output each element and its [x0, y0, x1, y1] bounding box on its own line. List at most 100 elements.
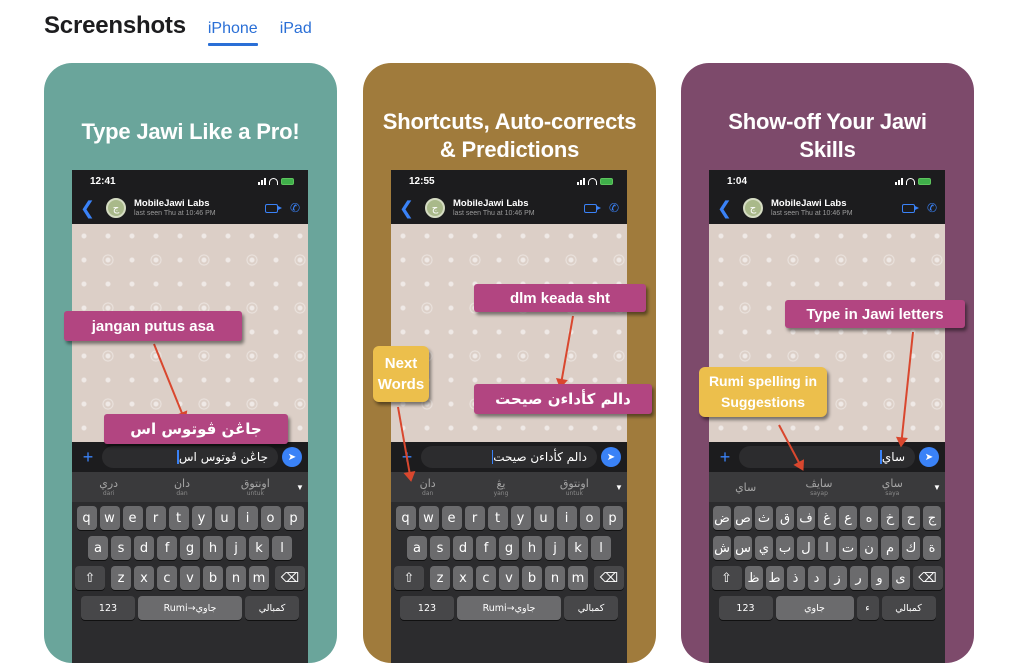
message-input[interactable]: دالم كأداءن صيحت — [421, 446, 597, 468]
expand-triangle-icon[interactable]: ▼ — [292, 483, 308, 492]
message-input[interactable]: ساي — [739, 446, 915, 468]
back-chevron-icon[interactable]: ❮ — [399, 198, 425, 219]
keyboard-key[interactable]: ى — [891, 566, 910, 590]
keyboard-key[interactable]: o — [260, 506, 281, 530]
expand-triangle-icon[interactable]: ▼ — [929, 483, 945, 492]
numbers-key[interactable]: 123 — [81, 596, 135, 620]
numbers-key[interactable]: 123 — [718, 596, 773, 620]
keyboard-key[interactable]: p — [602, 506, 623, 530]
suggestion-item[interactable]: يڠ yang — [464, 477, 537, 497]
keyboard-key[interactable]: i — [556, 506, 577, 530]
backspace-key[interactable]: ⌫ — [912, 566, 943, 590]
keyboard-key[interactable]: c — [476, 566, 496, 590]
keyboard-key[interactable]: ف — [797, 506, 815, 530]
message-input[interactable]: جاڠن ڤوتوس اس — [102, 446, 278, 468]
keyboard-key[interactable]: r — [464, 506, 485, 530]
keyboard-key[interactable]: a — [407, 536, 427, 560]
suggestion-item[interactable]: دري dari — [72, 477, 145, 497]
keyboard-key[interactable]: e — [441, 506, 462, 530]
keyboard-key[interactable]: u — [214, 506, 235, 530]
video-call-icon[interactable] — [583, 203, 601, 213]
send-icon[interactable]: ➤ — [919, 447, 939, 467]
backspace-key[interactable]: ⌫ — [275, 566, 305, 590]
keyboard-key[interactable]: d — [453, 536, 473, 560]
keyboard-key[interactable]: s — [111, 536, 131, 560]
keyboard-key[interactable]: h — [203, 536, 223, 560]
send-icon[interactable]: ➤ — [282, 447, 302, 467]
keyboard-key[interactable]: ت — [839, 536, 857, 560]
plus-icon[interactable]: + — [715, 447, 735, 468]
keyboard-key[interactable]: و — [870, 566, 889, 590]
keyboard-key[interactable]: ق — [776, 506, 794, 530]
keyboard-key[interactable]: v — [499, 566, 519, 590]
phone-call-icon[interactable]: ✆ — [927, 201, 937, 215]
keyboard-key[interactable]: ج — [923, 506, 941, 530]
keyboard-key[interactable]: z — [430, 566, 450, 590]
suggestion-item[interactable]: اونتوق untuk — [538, 477, 611, 497]
backspace-key[interactable]: ⌫ — [594, 566, 624, 590]
keyboard-key[interactable]: k — [568, 536, 588, 560]
suggestion-item[interactable]: ساي — [709, 481, 782, 494]
phone-call-icon[interactable]: ✆ — [290, 201, 300, 215]
keyboard-key[interactable]: a — [88, 536, 108, 560]
keyboard-key[interactable]: k — [249, 536, 269, 560]
keyboard-key[interactable]: x — [134, 566, 154, 590]
keyboard-key[interactable]: g — [180, 536, 200, 560]
keyboard-key[interactable]: i — [237, 506, 258, 530]
keyboard-key[interactable]: j — [226, 536, 246, 560]
keyboard-key[interactable]: c — [157, 566, 177, 590]
hamza-key[interactable]: ء — [856, 596, 879, 620]
avatar[interactable]: ج — [425, 198, 445, 218]
suggestion-item[interactable]: اونتوق untuk — [219, 477, 292, 497]
back-chevron-icon[interactable]: ❮ — [717, 198, 743, 219]
keyboard-key[interactable]: p — [283, 506, 304, 530]
space-key[interactable]: جاوي — [775, 596, 854, 620]
phone-call-icon[interactable]: ✆ — [609, 201, 619, 215]
keyboard-key[interactable]: g — [499, 536, 519, 560]
back-chevron-icon[interactable]: ❮ — [80, 198, 106, 219]
suggestion-item[interactable]: سايڤ sayap — [782, 477, 855, 497]
keyboard-key[interactable]: v — [180, 566, 200, 590]
keyboard-key[interactable]: t — [168, 506, 189, 530]
keyboard-key[interactable]: w — [418, 506, 439, 530]
tab-iphone[interactable]: iPhone — [207, 20, 258, 46]
keyboard-key[interactable]: س — [734, 536, 752, 560]
keyboard-key[interactable]: f — [157, 536, 177, 560]
keyboard-key[interactable]: د — [807, 566, 826, 590]
keyboard-key[interactable]: ح — [902, 506, 920, 530]
keyboard-key[interactable]: e — [122, 506, 143, 530]
keyboard-key[interactable]: b — [522, 566, 542, 590]
return-key[interactable]: كمبالي — [245, 596, 299, 620]
keyboard-key[interactable]: ذ — [786, 566, 805, 590]
keyboard-key[interactable]: ر — [849, 566, 868, 590]
video-call-icon[interactable] — [264, 203, 282, 213]
keyboard-key[interactable]: ش — [713, 536, 731, 560]
keyboard-key[interactable]: y — [191, 506, 212, 530]
keyboard-key[interactable]: o — [579, 506, 600, 530]
keyboard-key[interactable]: q — [395, 506, 416, 530]
keyboard-key[interactable]: m — [568, 566, 588, 590]
keyboard-key[interactable]: b — [203, 566, 223, 590]
keyboard-key[interactable]: n — [545, 566, 565, 590]
return-key[interactable]: كمبالي — [564, 596, 618, 620]
shift-key[interactable]: ⇧ — [75, 566, 105, 590]
video-call-icon[interactable] — [901, 203, 919, 213]
keyboard-key[interactable]: q — [76, 506, 97, 530]
keyboard-key[interactable]: ه — [860, 506, 878, 530]
suggestion-item[interactable]: دان dan — [391, 477, 464, 497]
keyboard-key[interactable]: ل — [797, 536, 815, 560]
keyboard-key[interactable]: r — [145, 506, 166, 530]
keyboard-key[interactable]: h — [522, 536, 542, 560]
keyboard-key[interactable]: ص — [734, 506, 752, 530]
keyboard-key[interactable]: غ — [818, 506, 836, 530]
keyboard-key[interactable]: ث — [755, 506, 773, 530]
keyboard-key[interactable]: ز — [828, 566, 847, 590]
screenshot-card[interactable]: Show-off Your Jawi Skills 1:04 ❮ ج Mobile… — [681, 63, 974, 663]
keyboard-key[interactable]: ط — [765, 566, 784, 590]
keyboard-key[interactable]: l — [272, 536, 292, 560]
keyboard-key[interactable]: ظ — [744, 566, 763, 590]
screenshot-card[interactable]: Type Jawi Like a Pro! 12:41 ❮ ج MobileJa… — [44, 63, 337, 663]
keyboard-key[interactable]: n — [226, 566, 246, 590]
keyboard-key[interactable]: م — [881, 536, 899, 560]
return-key[interactable]: كمبالي — [881, 596, 936, 620]
